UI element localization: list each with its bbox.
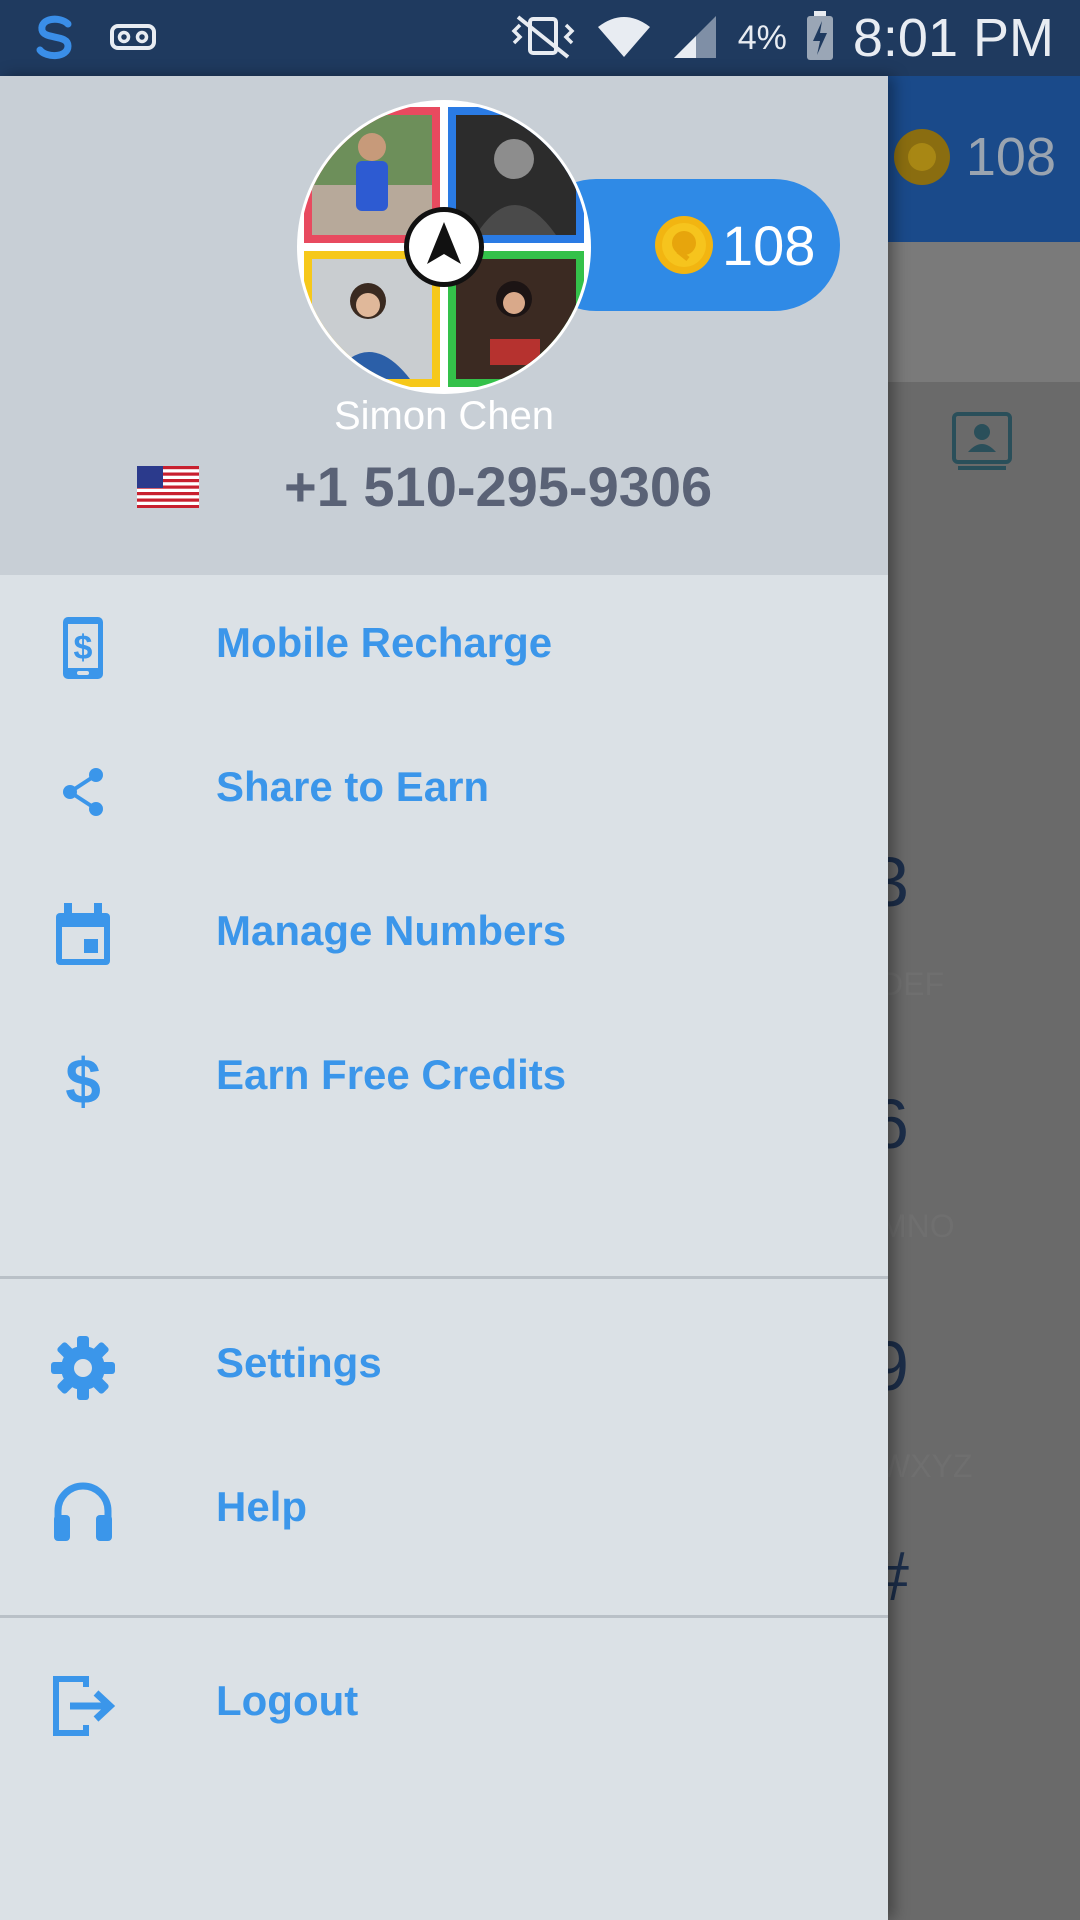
menu-item-label: Settings bbox=[216, 1339, 382, 1386]
vibrate-mute-icon bbox=[508, 13, 578, 64]
coin-icon bbox=[655, 216, 713, 274]
signal-icon bbox=[670, 12, 720, 65]
contacts-icon bbox=[952, 412, 1012, 470]
us-flag-icon bbox=[137, 466, 199, 508]
menu-item-help[interactable]: Help bbox=[0, 1439, 888, 1583]
svg-text:$: $ bbox=[65, 1047, 101, 1113]
phone-number: +1 510-295-9306 bbox=[284, 455, 713, 518]
menu-item-settings[interactable]: Settings bbox=[0, 1295, 888, 1439]
menu-item-earn-free-credits[interactable]: $ Earn Free Credits bbox=[0, 1007, 888, 1151]
gear-icon bbox=[51, 1336, 115, 1400]
background-credit-badge: 108 bbox=[892, 126, 1056, 188]
dial-letters: DEF bbox=[880, 966, 944, 1002]
menu-item-label: Help bbox=[216, 1483, 308, 1530]
menu-item-label: Share to Earn bbox=[216, 763, 490, 810]
logout-icon bbox=[53, 1676, 116, 1736]
avatar[interactable] bbox=[300, 103, 588, 391]
navigation-drawer: 108 Simon Chen +1 510-295-9306 $ Mobile … bbox=[0, 76, 888, 1920]
mobile-recharge-icon: $ bbox=[63, 617, 103, 679]
menu-item-logout[interactable]: Logout bbox=[0, 1633, 888, 1777]
menu-divider bbox=[0, 1276, 888, 1279]
menu-item-manage-numbers[interactable]: Manage Numbers bbox=[0, 863, 888, 1007]
menu-item-label: Manage Numbers bbox=[216, 907, 567, 954]
menu-item-label: Logout bbox=[216, 1677, 359, 1724]
dial-letters: MNO bbox=[880, 1208, 955, 1244]
dial-letters: WXYZ bbox=[880, 1448, 973, 1484]
wifi-icon bbox=[596, 13, 652, 64]
headphones-icon bbox=[54, 1482, 112, 1541]
drawer-header: 108 Simon Chen +1 510-295-9306 bbox=[0, 76, 888, 575]
voicemail-icon bbox=[110, 22, 156, 57]
user-name: Simon Chen bbox=[333, 394, 555, 438]
svg-text:$: $ bbox=[74, 629, 93, 667]
calendar-icon bbox=[56, 903, 110, 965]
battery-charging-icon bbox=[805, 10, 835, 66]
share-icon bbox=[63, 768, 103, 816]
dollar-icon: $ bbox=[65, 1047, 101, 1113]
menu-item-share-to-earn[interactable]: Share to Earn bbox=[0, 719, 888, 863]
brand-logo bbox=[404, 207, 484, 287]
skype-icon bbox=[30, 12, 80, 67]
menu-item-label: Earn Free Credits bbox=[216, 1051, 567, 1098]
status-bar: 4% 8:01 PM bbox=[0, 0, 1080, 76]
menu-item-mobile-recharge[interactable]: $ Mobile Recharge bbox=[0, 575, 888, 719]
battery-percentage: 4% bbox=[737, 18, 787, 57]
clock: 8:01 PM bbox=[852, 8, 1054, 68]
menu-divider bbox=[0, 1615, 888, 1618]
menu-item-label: Mobile Recharge bbox=[216, 619, 553, 666]
coin-icon bbox=[893, 129, 950, 185]
credit-count: 108 bbox=[722, 214, 816, 277]
